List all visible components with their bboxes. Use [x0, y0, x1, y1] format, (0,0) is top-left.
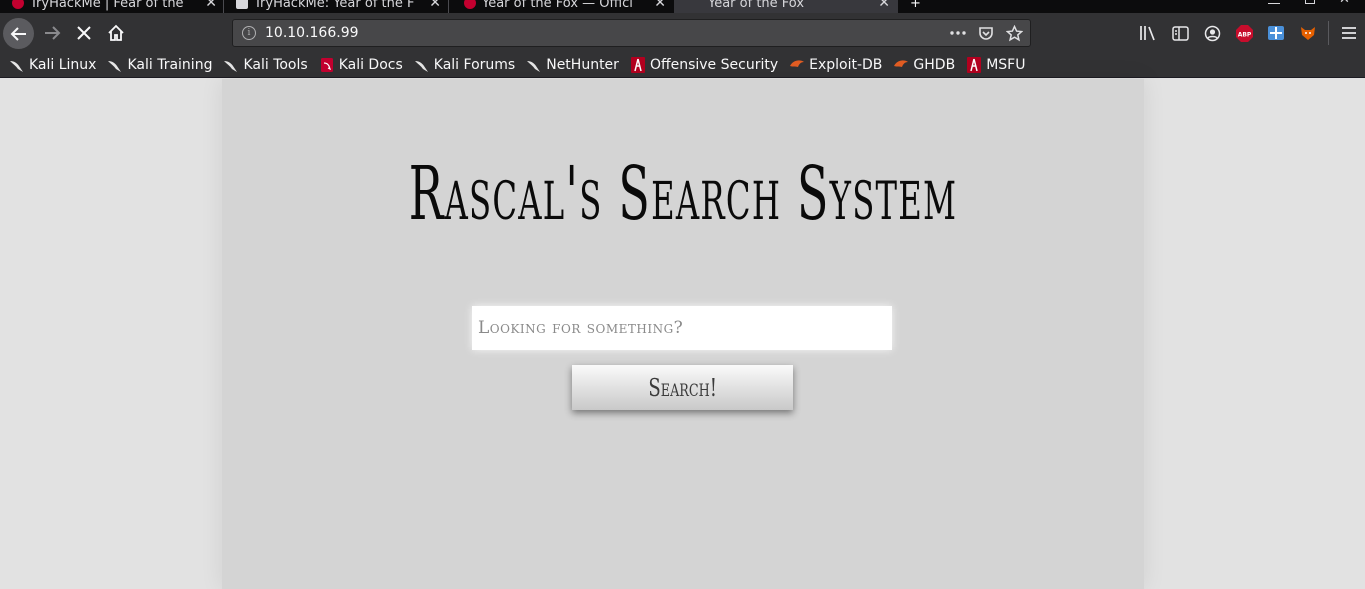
maximize-window-icon[interactable] — [1305, 0, 1315, 4]
site-info-icon[interactable]: i — [242, 26, 256, 40]
pocket-icon — [979, 27, 993, 40]
search-button-label: Search! — [648, 373, 717, 402]
bookmarks-toolbar: Kali Linux Kali Training Kali Tools Kali… — [0, 53, 1365, 78]
page-favicon-icon — [236, 0, 248, 9]
bookmark-label: GHDB — [913, 57, 956, 73]
minimize-window-icon[interactable] — [1268, 0, 1280, 4]
address-text[interactable]: 10.10.166.99 — [265, 25, 359, 41]
tab-strip: TryHackMe | Fear of the ✕ TryHackMe: Yea… — [0, 0, 1365, 13]
toolbar-separator — [1328, 21, 1329, 45]
tab-separator — [223, 0, 224, 13]
pocket-button[interactable] — [976, 23, 996, 43]
adblock-plus-button[interactable]: ABP — [1228, 13, 1260, 53]
sidebar-button[interactable] — [1164, 13, 1196, 53]
close-tab-icon[interactable]: ✕ — [654, 0, 666, 11]
tab-separator — [448, 0, 449, 13]
library-button[interactable] — [1132, 13, 1164, 53]
offsec-icon — [630, 57, 646, 73]
close-tab-icon[interactable]: ✕ — [429, 0, 441, 11]
arrow-right-icon — [45, 26, 61, 40]
address-bar[interactable]: i 10.10.166.99 — [232, 19, 1031, 47]
close-tab-icon[interactable]: ✕ — [205, 0, 217, 11]
arrow-left-icon — [10, 26, 26, 41]
sidebar-icon — [1171, 25, 1189, 41]
bookmark-star-button[interactable] — [1004, 23, 1024, 43]
library-icon — [1140, 26, 1155, 41]
tab-title: TryHackMe | Fear of the — [30, 0, 184, 11]
bookmark-kali-forums[interactable]: Kali Forums — [414, 57, 515, 73]
kali-dragon-icon — [526, 57, 542, 73]
bookmark-kali-docs[interactable]: Kali Docs — [319, 57, 403, 73]
bookmark-ghdb[interactable]: GHDB — [893, 57, 955, 73]
search-button[interactable]: Search! — [572, 365, 793, 410]
kali-dragon-icon — [414, 57, 430, 73]
home-button[interactable] — [104, 21, 128, 45]
tryhackme-favicon-icon — [464, 0, 476, 9]
bookmark-label: Kali Docs — [338, 57, 403, 73]
navigation-toolbar: i 10.10.166.99 ABP — [0, 13, 1365, 53]
foxyproxy-button[interactable] — [1292, 13, 1324, 53]
account-button[interactable] — [1196, 13, 1228, 53]
page-viewport: Rascal's Search System Search! — [0, 79, 1365, 589]
extension-icon — [1268, 26, 1284, 40]
bookmark-label: Offensive Security — [649, 57, 779, 73]
bookmark-kali-tools[interactable]: Kali Tools — [223, 57, 308, 73]
new-tab-button[interactable]: + — [910, 0, 924, 13]
tab-1[interactable]: TryHackMe | Fear of the ✕ — [12, 0, 217, 13]
back-button[interactable] — [3, 18, 34, 49]
tab-active[interactable]: Year of the Fox ✕ — [674, 0, 898, 13]
tab-title: TryHackMe: Year of the F — [254, 0, 415, 11]
bookmark-label: Kali Linux — [29, 57, 97, 73]
bookmark-label: Kali Forums — [433, 57, 516, 73]
plus-icon: + — [910, 0, 921, 11]
page-actions-button[interactable] — [948, 23, 968, 43]
home-icon — [108, 24, 124, 41]
hamburger-menu-icon — [1342, 27, 1356, 39]
menu-button[interactable] — [1333, 13, 1365, 53]
bookmark-kali-linux[interactable]: Kali Linux — [9, 57, 96, 73]
bookmark-label: NetHunter — [546, 57, 619, 73]
extension-button[interactable] — [1260, 13, 1292, 53]
more-dots-icon — [950, 31, 966, 35]
bookmark-exploit-db[interactable]: Exploit-DB — [789, 57, 882, 73]
bookmark-label: MSFU — [986, 57, 1026, 73]
stop-loading-icon — [77, 26, 91, 40]
svg-text:ABP: ABP — [1237, 31, 1251, 38]
bookmark-msfu[interactable]: MSFU — [966, 57, 1025, 73]
close-window-icon[interactable]: ✕ — [1339, 0, 1350, 7]
tab-2[interactable]: TryHackMe: Year of the F ✕ — [236, 0, 441, 13]
stop-button[interactable] — [72, 21, 96, 45]
tab-3[interactable]: Year of the Fox — Offici ✕ — [464, 0, 666, 13]
tryhackme-favicon-icon — [12, 0, 24, 9]
tab-title: Year of the Fox — [708, 0, 805, 11]
forward-button[interactable] — [40, 21, 64, 45]
account-icon — [1204, 25, 1220, 41]
kali-dragon-icon — [107, 57, 123, 73]
content-panel: Rascal's Search System Search! — [222, 79, 1144, 589]
bookmark-label: Kali Training — [127, 57, 213, 73]
foxyproxy-icon — [1301, 27, 1315, 40]
close-tab-icon[interactable]: ✕ — [878, 0, 890, 11]
kali-dragon-icon — [9, 57, 25, 73]
star-icon — [1005, 24, 1023, 41]
bookmark-kali-training[interactable]: Kali Training — [107, 57, 212, 73]
bookmark-offensive-security[interactable]: Offensive Security — [630, 57, 778, 73]
kali-docs-icon — [319, 57, 335, 73]
kali-dragon-icon — [223, 57, 239, 73]
bookmark-label: Exploit-DB — [809, 57, 883, 73]
bookmark-label: Kali Tools — [243, 57, 308, 73]
adblock-plus-icon: ABP — [1235, 24, 1253, 42]
exploitdb-icon — [789, 57, 805, 73]
search-input[interactable] — [472, 306, 892, 350]
page-title: Rascal's Search System — [408, 151, 958, 237]
exploitdb-icon — [893, 57, 909, 73]
offsec-icon — [966, 57, 982, 73]
bookmark-nethunter[interactable]: NetHunter — [526, 57, 619, 73]
tab-title: Year of the Fox — Offici — [482, 0, 633, 11]
